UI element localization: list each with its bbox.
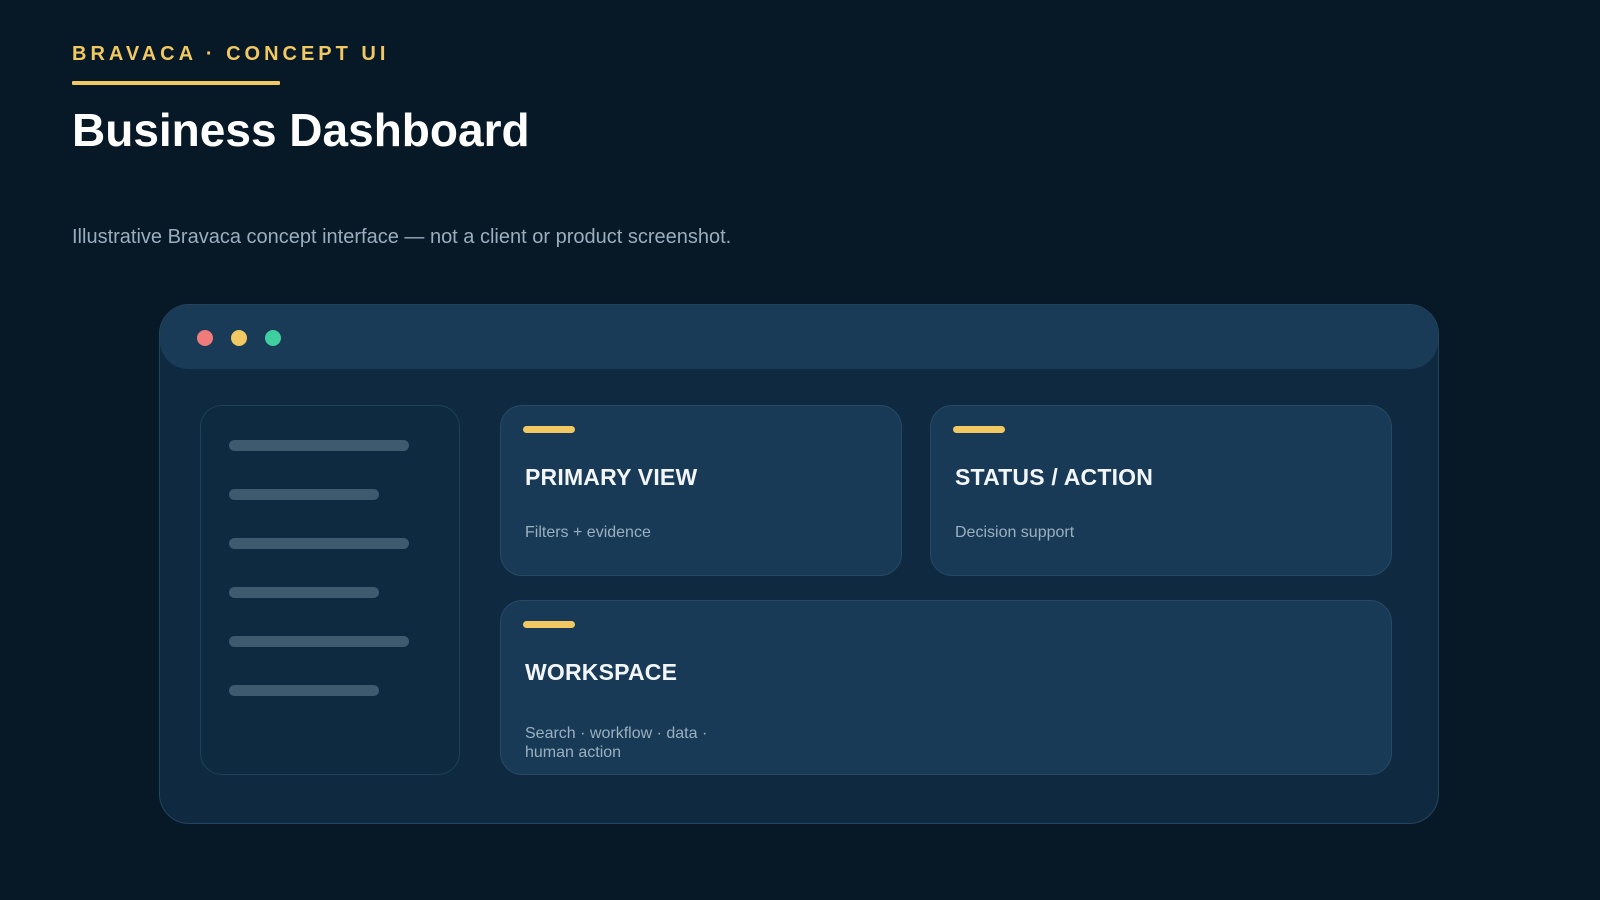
card-title: WORKSPACE: [525, 659, 678, 685]
sidebar-item-placeholder[interactable]: [229, 685, 379, 696]
card-title: PRIMARY VIEW: [525, 464, 698, 490]
window-close-button[interactable]: [197, 330, 213, 346]
brand-kicker: BRAVACA · CONCEPT UI: [72, 43, 390, 65]
primary-view-card[interactable]: PRIMARY VIEW Filters + evidence: [500, 405, 902, 576]
status-action-card[interactable]: STATUS / ACTION Decision support: [930, 405, 1392, 576]
page: BRAVACA · CONCEPT UI Business Dashboard …: [0, 0, 1600, 900]
card-accent-bar: [523, 621, 575, 628]
page-title: Business Dashboard: [72, 104, 530, 156]
sidebar-item-placeholder[interactable]: [229, 489, 379, 500]
sidebar-item-placeholder[interactable]: [229, 587, 379, 598]
sidebar-item-placeholder[interactable]: [229, 636, 409, 647]
window-titlebar: [160, 305, 1438, 369]
sidebar: [200, 405, 460, 775]
window-minimize-button[interactable]: [231, 330, 247, 346]
sidebar-item-placeholder[interactable]: [229, 440, 409, 451]
app-window: PRIMARY VIEW Filters + evidence STATUS /…: [159, 304, 1439, 824]
card-title: STATUS / ACTION: [955, 464, 1154, 490]
card-subtitle: Search · workflow · data · human action: [525, 725, 708, 761]
workspace-card[interactable]: WORKSPACE Search · workflow · data · hum…: [500, 600, 1392, 775]
kicker-underline: [72, 81, 280, 85]
card-accent-bar: [523, 426, 575, 433]
card-accent-bar: [953, 426, 1005, 433]
card-subtitle: Filters + evidence: [525, 524, 651, 541]
page-subtitle: Illustrative Bravaca concept interface —…: [72, 226, 732, 248]
sidebar-item-placeholder[interactable]: [229, 538, 409, 549]
card-subtitle: Decision support: [955, 524, 1075, 541]
window-maximize-button[interactable]: [265, 330, 281, 346]
